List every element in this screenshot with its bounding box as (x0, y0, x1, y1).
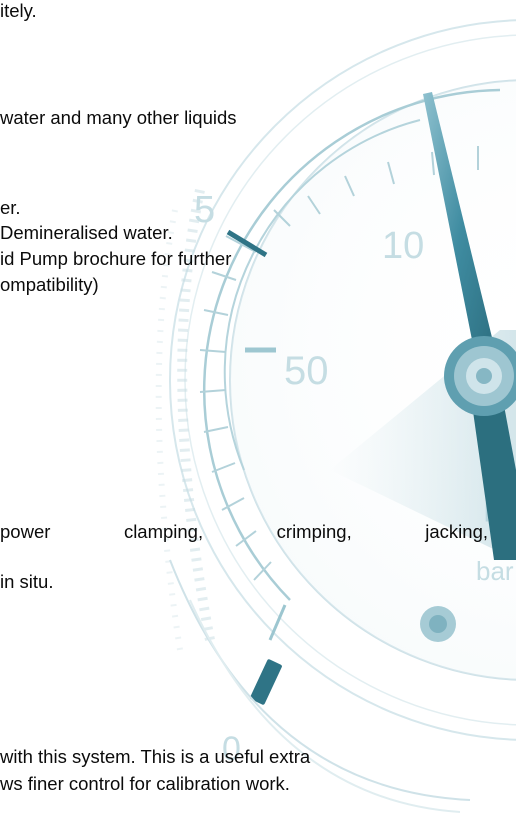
text-line-1: itely. (0, 0, 37, 21)
text-line-8: in situ. (0, 571, 54, 592)
text-line-5: id Pump brochure for further (0, 248, 232, 269)
gauge-unit-bar: bar (476, 556, 514, 586)
text-line-6: ompatibility) (0, 274, 99, 295)
gauge-label-50: 50 (284, 349, 329, 393)
text-line-4: Demineralised water. (0, 222, 173, 243)
text-line-3: er. (0, 197, 21, 218)
gauge-label-5: 5 (194, 189, 215, 231)
text-line-10: ws finer control for calibration work. (0, 773, 290, 794)
text-line-7: power clamping, crimping, jacking, (0, 521, 488, 542)
text-line-9: with this system. This is a useful extra (0, 746, 311, 767)
zero-marker (250, 604, 287, 705)
adjust-knob-icon (420, 606, 456, 642)
gauge-label-10: 10 (382, 225, 424, 267)
text-line-2: water and many other liquids (0, 107, 237, 128)
